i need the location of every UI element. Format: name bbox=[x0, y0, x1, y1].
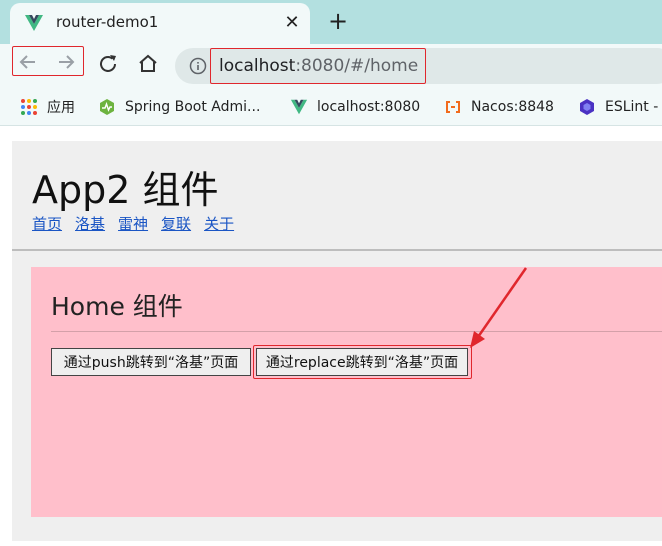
bookmark-label: 应用 bbox=[47, 100, 75, 116]
nav-link-thor[interactable]: 雷神 bbox=[118, 213, 148, 234]
bookmark-localhost-8080[interactable]: localhost:8080 bbox=[290, 97, 420, 117]
spring-boot-admin-icon bbox=[98, 98, 116, 116]
reload-icon[interactable] bbox=[95, 51, 121, 77]
bookmark-spring-boot-admin[interactable]: Spring Boot Admi... bbox=[98, 97, 260, 117]
nav-link-avengers[interactable]: 复联 bbox=[161, 213, 191, 234]
nav-link-loki[interactable]: 洛基 bbox=[75, 213, 105, 234]
bookmarks-bar: 应用 Spring Boot Admi... localhost:8080 Na… bbox=[0, 88, 662, 126]
new-tab-button[interactable]: + bbox=[324, 8, 352, 36]
tab-title: router-demo1 bbox=[56, 13, 159, 31]
tab-close-icon[interactable]: ✕ bbox=[280, 11, 304, 35]
bookmark-eslint[interactable]: ESLint - bbox=[578, 97, 658, 117]
url-text[interactable]: localhost:8080/#/home bbox=[219, 56, 418, 76]
bookmark-label: ESLint - bbox=[605, 99, 659, 115]
divider bbox=[12, 249, 662, 251]
nav-link-home[interactable]: 首页 bbox=[32, 213, 62, 234]
page-viewport: App2 组件 首页 洛基 雷神 复联 关于 Home 组件 通过push跳转到… bbox=[0, 127, 662, 546]
replace-navigate-button[interactable]: 通过replace跳转到“洛基”页面 bbox=[256, 348, 468, 376]
address-bar[interactable]: localhost:8080/#/home bbox=[175, 48, 662, 84]
url-host: localhost bbox=[219, 56, 296, 76]
app-title: App2 组件 bbox=[32, 168, 219, 212]
home-icon[interactable] bbox=[135, 51, 161, 77]
nav-link-about[interactable]: 关于 bbox=[204, 213, 234, 234]
nacos-icon bbox=[444, 98, 462, 116]
app2-component: App2 组件 首页 洛基 雷神 复联 关于 Home 组件 通过push跳转到… bbox=[12, 141, 662, 541]
tab-strip: router-demo1 ✕ + bbox=[0, 0, 662, 44]
browser-window: router-demo1 ✕ + localhost:8080/#/home 应… bbox=[0, 0, 662, 546]
home-component: Home 组件 通过push跳转到“洛基”页面 通过replace跳转到“洛基”… bbox=[31, 267, 662, 517]
eslint-icon bbox=[578, 98, 596, 116]
home-title: Home 组件 bbox=[51, 292, 183, 321]
url-highlight: localhost:8080/#/home bbox=[210, 48, 426, 84]
tab-router-demo1[interactable]: router-demo1 ✕ bbox=[10, 3, 310, 44]
vue-logo-icon bbox=[290, 98, 308, 116]
divider bbox=[51, 331, 662, 332]
bookmark-nacos[interactable]: Nacos:8848 bbox=[444, 97, 554, 117]
vue-logo-icon bbox=[25, 15, 43, 31]
url-path: :8080/#/home bbox=[295, 56, 419, 76]
push-navigate-button[interactable]: 通过push跳转到“洛基”页面 bbox=[51, 348, 251, 376]
router-nav: 首页 洛基 雷神 复联 关于 bbox=[32, 213, 234, 234]
bookmark-label: Nacos:8848 bbox=[471, 99, 554, 115]
forward-arrow-icon[interactable] bbox=[53, 49, 79, 75]
bookmark-label: Spring Boot Admi... bbox=[125, 99, 261, 115]
back-arrow-icon[interactable] bbox=[15, 49, 41, 75]
bookmark-label: localhost:8080 bbox=[317, 99, 421, 115]
back-forward-highlight bbox=[12, 46, 84, 76]
toolbar: localhost:8080/#/home bbox=[0, 44, 662, 88]
bookmark-apps[interactable]: 应用 bbox=[20, 97, 75, 117]
info-icon[interactable] bbox=[189, 57, 207, 75]
apps-grid-icon bbox=[20, 98, 38, 116]
